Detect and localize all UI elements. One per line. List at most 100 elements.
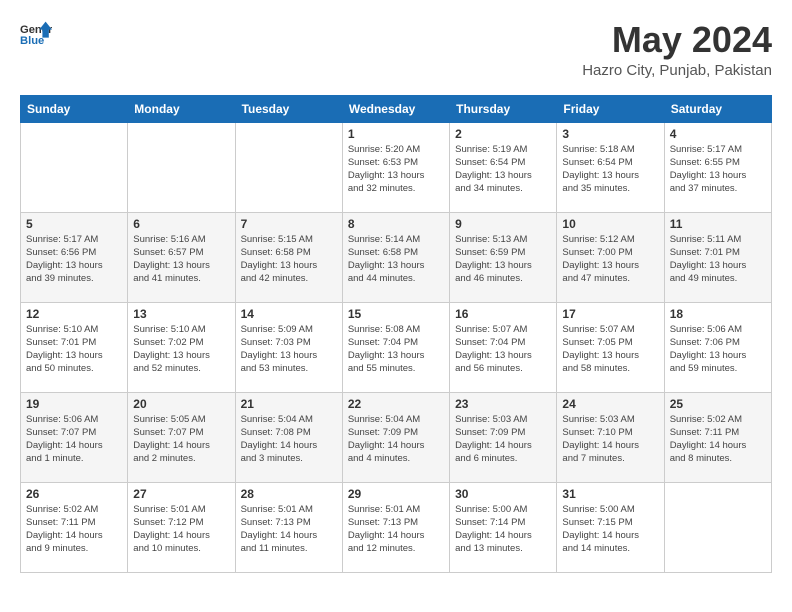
calendar-cell: 6Sunrise: 5:16 AM Sunset: 6:57 PM Daylig… xyxy=(128,212,235,302)
day-number: 20 xyxy=(133,397,229,411)
weekday-header-cell: Thursday xyxy=(450,95,557,122)
weekday-header-row: SundayMondayTuesdayWednesdayThursdayFrid… xyxy=(21,95,772,122)
calendar-cell: 11Sunrise: 5:11 AM Sunset: 7:01 PM Dayli… xyxy=(664,212,771,302)
calendar-cell: 22 Sunrise: 5:04 AM Sunset: 7:09 PM Dayli… xyxy=(342,392,449,482)
day-number: 31 xyxy=(562,487,658,501)
day-info: Sunrise: 5:11 AM Sunset: 7:01 PM Dayligh… xyxy=(670,233,766,286)
day-number: 5 xyxy=(26,217,122,231)
day-info: Sunrise: 5:13 AM Sunset: 6:59 PM Dayligh… xyxy=(455,233,551,286)
day-info: Sunrise: 5:07 AM Sunset: 7:05 PM Dayligh… xyxy=(562,323,658,376)
calendar-cell: 12Sunrise: 5:10 AM Sunset: 7:01 PM Dayli… xyxy=(21,302,128,392)
month-title: May 2024 xyxy=(582,20,772,60)
calendar-cell: 9Sunrise: 5:13 AM Sunset: 6:59 PM Daylig… xyxy=(450,212,557,302)
calendar-week-row: 1Sunrise: 5:20 AM Sunset: 6:53 PM Daylig… xyxy=(21,122,772,212)
calendar-cell: 26 Sunrise: 5:02 AM Sunset: 7:11 PM Dayli… xyxy=(21,482,128,572)
day-number: 23 xyxy=(455,397,551,411)
day-info: Sunrise: 5:04 AM Sunset: 7:09 PM Dayligh… xyxy=(348,413,444,466)
day-number: 13 xyxy=(133,307,229,321)
day-info: Sunrise: 5:02 AM Sunset: 7:11 PM Dayligh… xyxy=(26,503,122,556)
day-number: 25 xyxy=(670,397,766,411)
day-number: 27 xyxy=(133,487,229,501)
day-number: 8 xyxy=(348,217,444,231)
day-number: 14 xyxy=(241,307,337,321)
day-info: Sunrise: 5:01 AM Sunset: 7:12 PM Dayligh… xyxy=(133,503,229,556)
day-number: 6 xyxy=(133,217,229,231)
calendar-cell: 10 Sunrise: 5:12 AM Sunset: 7:00 PM Dayli… xyxy=(557,212,664,302)
day-number: 15 xyxy=(348,307,444,321)
calendar-week-row: 5 Sunrise: 5:17 AM Sunset: 6:56 PM Daylig… xyxy=(21,212,772,302)
day-number: 7 xyxy=(241,217,337,231)
weekday-header-cell: Sunday xyxy=(21,95,128,122)
calendar-cell: 2 Sunrise: 5:19 AM Sunset: 6:54 PM Daylig… xyxy=(450,122,557,212)
calendar-cell: 5 Sunrise: 5:17 AM Sunset: 6:56 PM Daylig… xyxy=(21,212,128,302)
day-info: Sunrise: 5:19 AM Sunset: 6:54 PM Dayligh… xyxy=(455,143,551,196)
calendar-cell: 28Sunrise: 5:01 AM Sunset: 7:13 PM Dayli… xyxy=(235,482,342,572)
weekday-header-cell: Saturday xyxy=(664,95,771,122)
calendar-cell: 1Sunrise: 5:20 AM Sunset: 6:53 PM Daylig… xyxy=(342,122,449,212)
calendar-cell: 23 Sunrise: 5:03 AM Sunset: 7:09 PM Dayli… xyxy=(450,392,557,482)
calendar-cell xyxy=(235,122,342,212)
calendar-cell: 20Sunrise: 5:05 AM Sunset: 7:07 PM Dayli… xyxy=(128,392,235,482)
day-number: 4 xyxy=(670,127,766,141)
day-info: Sunrise: 5:17 AM Sunset: 6:55 PM Dayligh… xyxy=(670,143,766,196)
day-info: Sunrise: 5:01 AM Sunset: 7:13 PM Dayligh… xyxy=(241,503,337,556)
calendar-cell: 16 Sunrise: 5:07 AM Sunset: 7:04 PM Dayli… xyxy=(450,302,557,392)
day-number: 3 xyxy=(562,127,658,141)
day-info: Sunrise: 5:20 AM Sunset: 6:53 PM Dayligh… xyxy=(348,143,444,196)
calendar-cell: 24Sunrise: 5:03 AM Sunset: 7:10 PM Dayli… xyxy=(557,392,664,482)
calendar-cell xyxy=(128,122,235,212)
calendar-cell: 27 Sunrise: 5:01 AM Sunset: 7:12 PM Dayli… xyxy=(128,482,235,572)
title-area: May 2024 Hazro City, Punjab, Pakistan xyxy=(582,20,772,79)
day-number: 18 xyxy=(670,307,766,321)
day-info: Sunrise: 5:02 AM Sunset: 7:11 PM Dayligh… xyxy=(670,413,766,466)
day-number: 10 xyxy=(562,217,658,231)
calendar-cell: 8Sunrise: 5:14 AM Sunset: 6:58 PM Daylig… xyxy=(342,212,449,302)
logo: General Blue xyxy=(20,20,52,48)
day-info: Sunrise: 5:10 AM Sunset: 7:01 PM Dayligh… xyxy=(26,323,122,376)
day-info: Sunrise: 5:15 AM Sunset: 6:58 PM Dayligh… xyxy=(241,233,337,286)
day-number: 19 xyxy=(26,397,122,411)
day-info: Sunrise: 5:03 AM Sunset: 7:09 PM Dayligh… xyxy=(455,413,551,466)
calendar-cell: 13 Sunrise: 5:10 AM Sunset: 7:02 PM Dayli… xyxy=(128,302,235,392)
page-header: General Blue May 2024 Hazro City, Punjab… xyxy=(20,20,772,79)
calendar-cell: 4 Sunrise: 5:17 AM Sunset: 6:55 PM Daylig… xyxy=(664,122,771,212)
day-info: Sunrise: 5:09 AM Sunset: 7:03 PM Dayligh… xyxy=(241,323,337,376)
weekday-header-cell: Monday xyxy=(128,95,235,122)
day-info: Sunrise: 5:00 AM Sunset: 7:15 PM Dayligh… xyxy=(562,503,658,556)
calendar-cell: 18 Sunrise: 5:06 AM Sunset: 7:06 PM Dayli… xyxy=(664,302,771,392)
day-number: 22 xyxy=(348,397,444,411)
calendar-week-row: 19Sunrise: 5:06 AM Sunset: 7:07 PM Dayli… xyxy=(21,392,772,482)
day-number: 30 xyxy=(455,487,551,501)
day-number: 26 xyxy=(26,487,122,501)
location: Hazro City, Punjab, Pakistan xyxy=(582,62,772,79)
day-number: 21 xyxy=(241,397,337,411)
day-info: Sunrise: 5:17 AM Sunset: 6:56 PM Dayligh… xyxy=(26,233,122,286)
day-info: Sunrise: 5:18 AM Sunset: 6:54 PM Dayligh… xyxy=(562,143,658,196)
svg-text:Blue: Blue xyxy=(20,35,44,47)
calendar-cell xyxy=(21,122,128,212)
calendar-body: 1Sunrise: 5:20 AM Sunset: 6:53 PM Daylig… xyxy=(21,122,772,572)
day-info: Sunrise: 5:10 AM Sunset: 7:02 PM Dayligh… xyxy=(133,323,229,376)
calendar-cell: 19Sunrise: 5:06 AM Sunset: 7:07 PM Dayli… xyxy=(21,392,128,482)
calendar-week-row: 12Sunrise: 5:10 AM Sunset: 7:01 PM Dayli… xyxy=(21,302,772,392)
calendar-cell xyxy=(664,482,771,572)
calendar-cell: 3 Sunrise: 5:18 AM Sunset: 6:54 PM Daylig… xyxy=(557,122,664,212)
calendar-cell: 30 Sunrise: 5:00 AM Sunset: 7:14 PM Dayli… xyxy=(450,482,557,572)
calendar-cell: 25 Sunrise: 5:02 AM Sunset: 7:11 PM Dayli… xyxy=(664,392,771,482)
day-info: Sunrise: 5:08 AM Sunset: 7:04 PM Dayligh… xyxy=(348,323,444,376)
logo-icon: General Blue xyxy=(20,20,52,48)
calendar-week-row: 26 Sunrise: 5:02 AM Sunset: 7:11 PM Dayli… xyxy=(21,482,772,572)
calendar-table: SundayMondayTuesdayWednesdayThursdayFrid… xyxy=(20,95,772,573)
day-info: Sunrise: 5:12 AM Sunset: 7:00 PM Dayligh… xyxy=(562,233,658,286)
day-info: Sunrise: 5:07 AM Sunset: 7:04 PM Dayligh… xyxy=(455,323,551,376)
day-info: Sunrise: 5:00 AM Sunset: 7:14 PM Dayligh… xyxy=(455,503,551,556)
calendar-cell: 14 Sunrise: 5:09 AM Sunset: 7:03 PM Dayli… xyxy=(235,302,342,392)
calendar-cell: 15 Sunrise: 5:08 AM Sunset: 7:04 PM Dayli… xyxy=(342,302,449,392)
weekday-header-cell: Wednesday xyxy=(342,95,449,122)
day-number: 16 xyxy=(455,307,551,321)
calendar-cell: 7 Sunrise: 5:15 AM Sunset: 6:58 PM Daylig… xyxy=(235,212,342,302)
day-info: Sunrise: 5:06 AM Sunset: 7:06 PM Dayligh… xyxy=(670,323,766,376)
weekday-header-cell: Tuesday xyxy=(235,95,342,122)
day-number: 2 xyxy=(455,127,551,141)
day-number: 17 xyxy=(562,307,658,321)
